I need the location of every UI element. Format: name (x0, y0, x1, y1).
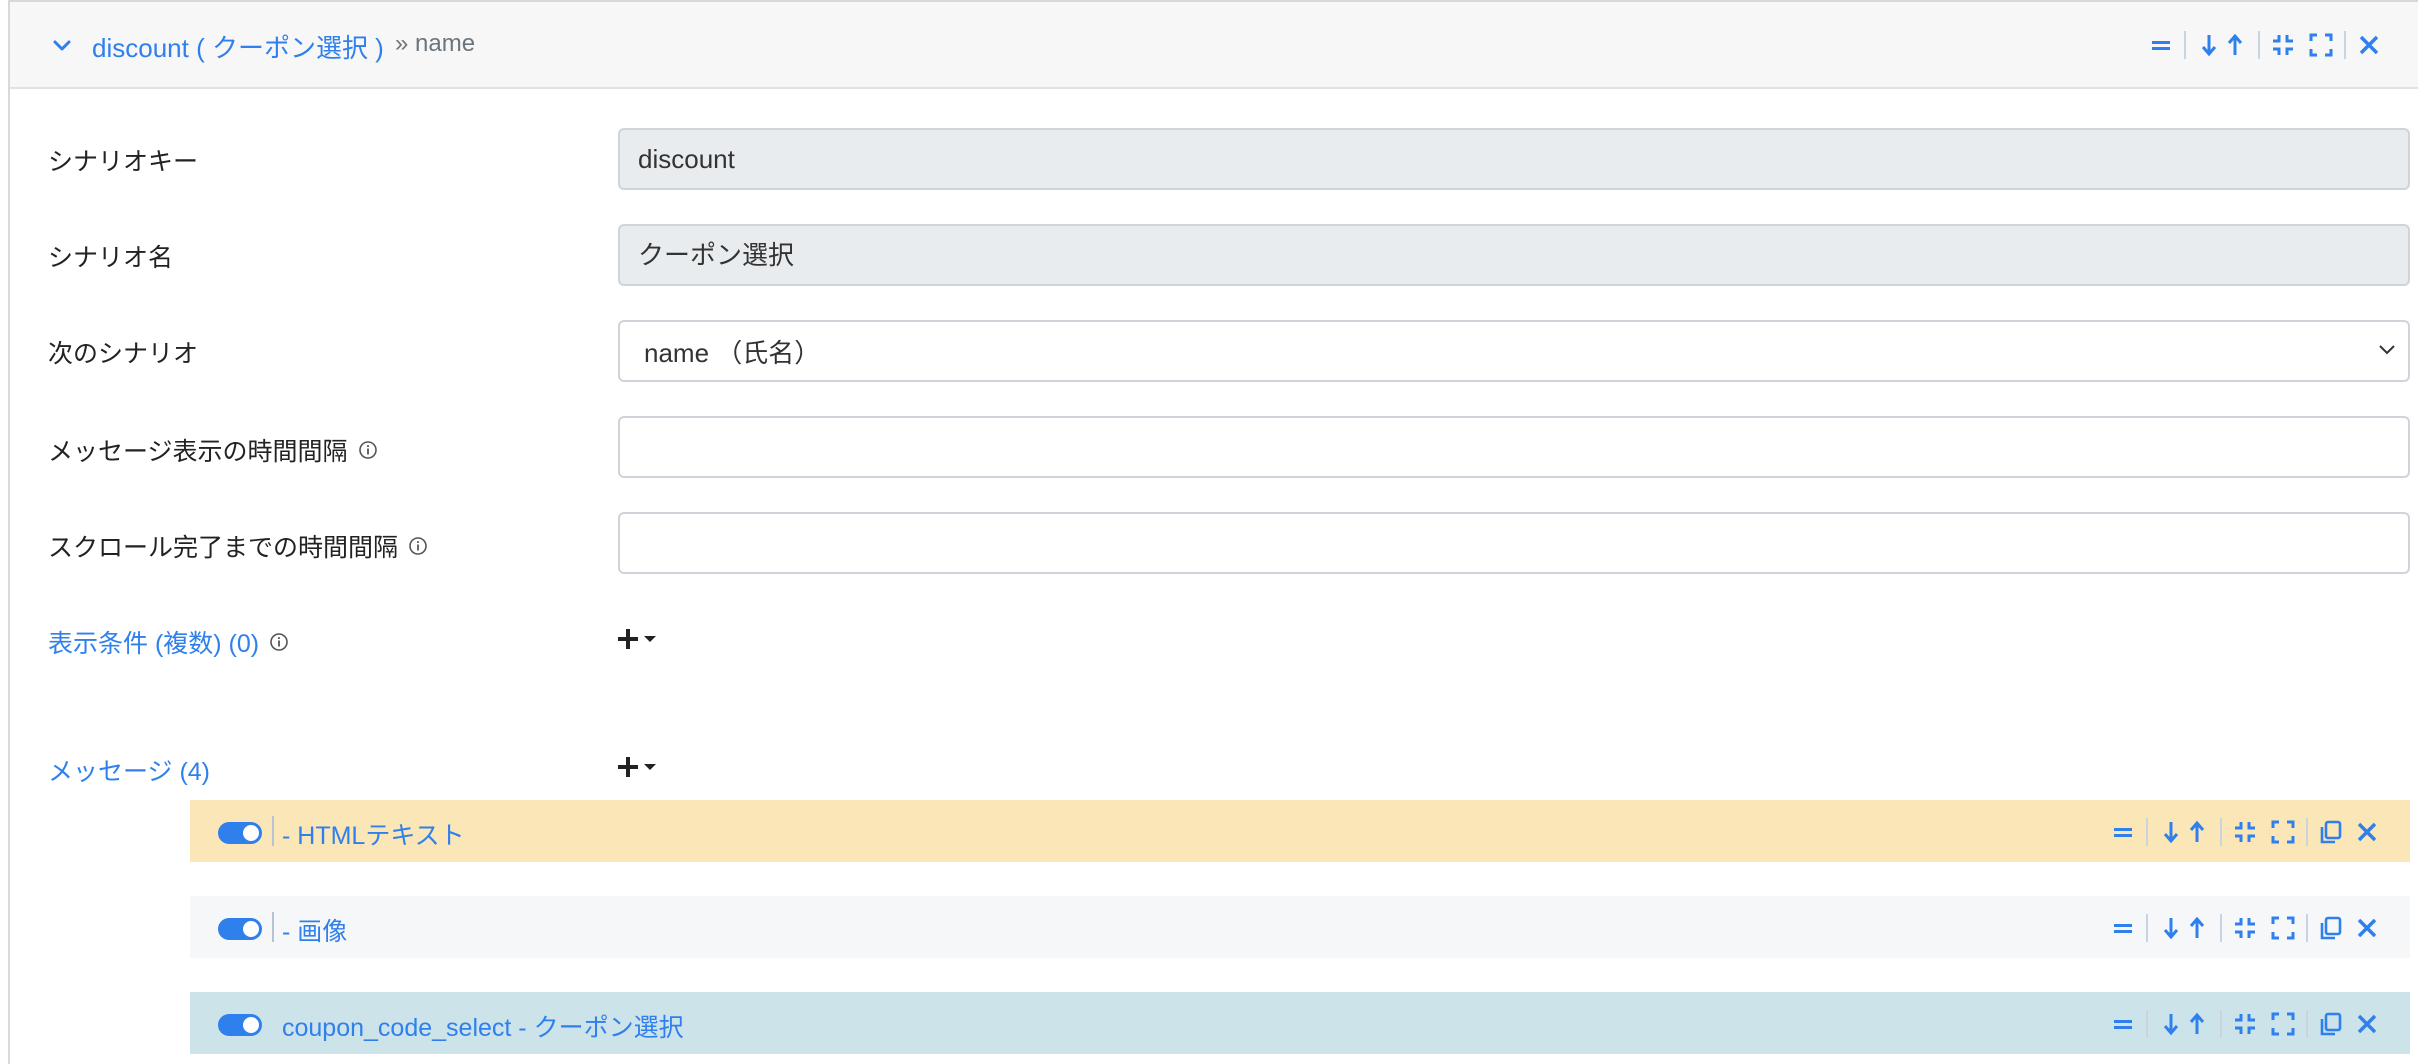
scroll-interval-input[interactable] (618, 512, 2410, 574)
collapse-icon[interactable] (2232, 1011, 2258, 1037)
toolbar-divider (2146, 818, 2148, 846)
move-up-icon[interactable] (2184, 915, 2210, 941)
toolbar-divider (2306, 1010, 2308, 1038)
add-message-button[interactable] (616, 754, 662, 780)
collapse-icon[interactable] (2232, 819, 2258, 845)
collapse-icon[interactable] (2232, 915, 2258, 941)
copy-icon[interactable] (2318, 1011, 2344, 1037)
row-divider (272, 816, 274, 846)
toolbar-divider (2306, 818, 2308, 846)
message-row[interactable]: - 画像 (190, 896, 2410, 958)
message-interval-label-text: メッセージ表示の時間間隔 (48, 438, 348, 466)
move-down-icon[interactable] (2196, 32, 2222, 58)
move-down-icon[interactable] (2158, 915, 2184, 941)
add-condition-button[interactable] (616, 626, 662, 652)
toolbar-divider (2258, 31, 2260, 59)
message-label[interactable]: - HTMLテキスト (282, 816, 465, 852)
copy-icon[interactable] (2318, 915, 2344, 941)
move-down-icon[interactable] (2158, 1011, 2184, 1037)
message-label[interactable]: coupon_code_select - クーポン選択 (282, 1008, 684, 1044)
message-toolbar (2110, 914, 2380, 942)
expand-icon[interactable] (2270, 1011, 2296, 1037)
drag-handle-icon[interactable] (2110, 1011, 2136, 1037)
scenario-key-field[interactable]: discount (618, 128, 2410, 190)
drag-handle-icon[interactable] (2110, 819, 2136, 845)
scenario-name-label: シナリオ名 (48, 244, 174, 272)
scenario-name-field[interactable]: クーポン選択 (618, 224, 2410, 286)
expand-icon[interactable] (2270, 819, 2296, 845)
move-up-icon[interactable] (2184, 1011, 2210, 1037)
enable-toggle[interactable] (218, 918, 262, 940)
header-toolbar (2148, 31, 2382, 59)
move-down-icon[interactable] (2158, 819, 2184, 845)
enable-toggle[interactable] (218, 1014, 262, 1036)
move-up-icon[interactable] (2184, 819, 2210, 845)
close-icon[interactable] (2356, 32, 2382, 58)
info-icon[interactable] (408, 536, 428, 556)
toolbar-divider (2184, 31, 2186, 59)
close-icon[interactable] (2354, 819, 2380, 845)
display-conditions-label[interactable]: 表示条件 (複数) (0) (48, 624, 289, 660)
messages-label[interactable]: メッセージ (4) (48, 752, 210, 788)
toolbar-divider (2344, 31, 2346, 59)
drag-handle-icon[interactable] (2110, 915, 2136, 941)
breadcrumb: » name (395, 30, 476, 57)
message-toolbar (2110, 1010, 2380, 1038)
panel-header: discount ( クーポン選択 ) » name (10, 2, 2418, 89)
message-toolbar (2110, 818, 2380, 846)
move-up-icon[interactable] (2222, 32, 2248, 58)
message-row[interactable]: - HTMLテキスト (190, 800, 2410, 862)
collapse-icon[interactable] (2270, 32, 2296, 58)
next-scenario-select[interactable]: name （氏名） (618, 320, 2410, 382)
plus-dropdown-icon (618, 757, 656, 777)
next-scenario-label: 次のシナリオ (48, 340, 199, 368)
toolbar-divider (2220, 818, 2222, 846)
toolbar-divider (2220, 914, 2222, 942)
panel-title[interactable]: discount ( クーポン選択 ) (92, 28, 384, 65)
next-scenario-value: name （氏名） (644, 337, 821, 368)
message-interval-input[interactable] (618, 416, 2410, 478)
expand-icon[interactable] (2270, 915, 2296, 941)
message-label[interactable]: - 画像 (282, 912, 347, 948)
chevron-down-icon (2376, 336, 2398, 367)
copy-icon[interactable] (2318, 819, 2344, 845)
toolbar-divider (2306, 914, 2308, 942)
display-conditions-label-text: 表示条件 (複数) (0) (48, 630, 260, 658)
enable-toggle[interactable] (218, 822, 262, 844)
toolbar-divider (2220, 1010, 2222, 1038)
message-interval-label: メッセージ表示の時間間隔 (48, 432, 378, 468)
scenario-key-label: シナリオキー (48, 148, 199, 176)
info-icon[interactable] (269, 632, 289, 652)
toolbar-divider (2146, 1010, 2148, 1038)
close-icon[interactable] (2354, 915, 2380, 941)
info-icon[interactable] (358, 440, 378, 460)
scroll-interval-label-text: スクロール完了までの時間間隔 (48, 534, 399, 562)
scroll-interval-label: スクロール完了までの時間間隔 (48, 528, 428, 564)
drag-handle-icon[interactable] (2148, 32, 2174, 58)
message-row[interactable]: coupon_code_select - クーポン選択 (190, 992, 2410, 1054)
close-icon[interactable] (2354, 1011, 2380, 1037)
toolbar-divider (2146, 914, 2148, 942)
row-divider (272, 912, 274, 942)
expand-icon[interactable] (2308, 32, 2334, 58)
plus-dropdown-icon (618, 629, 656, 649)
chevron-down-icon[interactable] (50, 34, 74, 58)
